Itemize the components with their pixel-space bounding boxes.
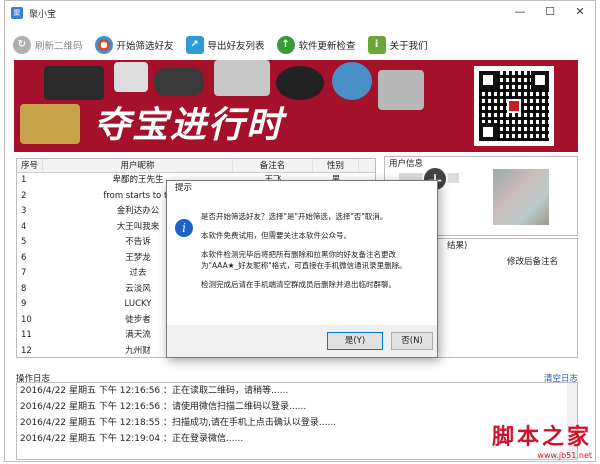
no-button[interactable]: 否(N): [391, 332, 433, 350]
window-controls: — ☐ ✕: [505, 1, 595, 25]
log-line: 2016/4/22 星期五 下午 12:16:56 ：正在读取二维码，请稍等..…: [20, 386, 289, 396]
dialog-title: 提示: [175, 183, 193, 193]
refresh-qr-label: 刷新二维码: [35, 41, 83, 52]
product-image: [378, 70, 424, 110]
about-us-label: 关于我们: [389, 41, 428, 52]
refresh-qr-icon: ↻: [13, 36, 31, 54]
close-button[interactable]: ✕: [565, 1, 595, 25]
start-filter-button[interactable]: 开始筛选好友: [91, 33, 178, 57]
dialog-footer: 是(Y) 否(N): [167, 325, 437, 357]
cell-index: 8: [21, 283, 27, 294]
title-bar: 聚 聚小宝 — ☐ ✕: [5, 1, 595, 25]
cell-index: 3: [21, 206, 27, 216]
about-us-button[interactable]: i 关于我们: [364, 33, 432, 57]
yes-button[interactable]: 是(Y): [327, 332, 383, 350]
update-check-button[interactable]: ↑ 软件更新检查: [273, 33, 360, 57]
col-header-nickname[interactable]: 用户昵称: [43, 159, 233, 172]
cell-index: 2: [21, 190, 27, 201]
confirm-dialog: 提示 i 是否开始筛选好友？选择"是"开始筛选，选择"否"取消。 本软件免费试用…: [166, 180, 438, 358]
product-image: [20, 104, 80, 144]
export-friends-button[interactable]: ↗ 导出好友列表: [182, 33, 269, 57]
info-icon: i: [367, 36, 386, 54]
dialog-paragraph: 是否开始筛选好友？选择"是"开始筛选，选择"否"取消。: [201, 212, 388, 221]
col-header-modified-remark[interactable]: 修改后备注名: [507, 255, 558, 267]
product-image: [332, 62, 372, 100]
table-header: 序号 用户昵称 备注名 性别: [17, 159, 375, 173]
user-info-label: 用户信息: [389, 159, 424, 169]
cell-index: 9: [21, 299, 27, 309]
cell-index: 4: [21, 221, 27, 232]
maximize-button[interactable]: ☐: [535, 1, 565, 25]
avatar: [493, 169, 549, 225]
window-title: 聚小宝: [29, 9, 57, 20]
start-filter-icon: [94, 36, 113, 54]
cell-index: 10: [21, 314, 32, 325]
watermark-url: www.jb51.net: [537, 451, 592, 460]
cell-index: 7: [21, 268, 27, 278]
banner-slogan: 夺宝进行时: [94, 104, 285, 146]
dialog-paragraph: 本软件免费试用，但需要关注本软件公众号。: [201, 231, 351, 240]
info-icon: i: [175, 219, 193, 237]
start-filter-label: 开始筛选好友: [116, 41, 174, 52]
col-header-gender[interactable]: 性别: [313, 159, 359, 172]
log-line: 2016/4/22 星期五 下午 12:16:56 ：请使用微信扫描二维码以登录…: [20, 402, 307, 412]
ad-banner[interactable]: 夺宝进行时: [14, 60, 578, 152]
update-arrow-icon: ↑: [276, 36, 295, 54]
minimize-button[interactable]: —: [505, 1, 535, 25]
result-label: 结果): [447, 241, 468, 251]
site-watermark: 脚本之家 www.jb51.net: [492, 419, 592, 460]
product-image: [114, 62, 148, 92]
update-check-label: 软件更新检查: [298, 41, 356, 52]
dialog-paragraph: 本软件检测完毕后将把所有删除和拉黑你的好友备注名更改为"AAA★_好友昵称"格式…: [201, 250, 407, 270]
product-image: [214, 60, 270, 96]
col-header-remark[interactable]: 备注名: [233, 159, 313, 172]
dialog-message: 是否开始筛选好友？选择"是"开始筛选，选择"否"取消。 本软件免费试用，但需要关…: [201, 211, 433, 298]
col-header-index[interactable]: 序号: [17, 159, 43, 172]
watermark-text: 脚本之家: [491, 424, 592, 450]
export-icon: ↗: [185, 36, 204, 54]
refresh-qr-button[interactable]: ↻ 刷新二维码: [9, 33, 87, 57]
export-friends-label: 导出好友列表: [207, 41, 265, 52]
product-image: [154, 68, 204, 96]
cell-index: 12: [21, 345, 32, 356]
product-image: [276, 66, 324, 100]
cell-index: 5: [21, 237, 27, 247]
qr-logo-icon: [507, 99, 521, 113]
cell-index: 11: [21, 330, 32, 340]
login-qr-code: [474, 66, 554, 146]
cell-index: 6: [21, 252, 27, 263]
toolbar: ↻ 刷新二维码 开始筛选好友 ↗ 导出好友列表 ↑ 软件更新检查 i 关于我们: [5, 31, 595, 59]
product-image: [44, 66, 104, 100]
cell-index: 1: [21, 175, 27, 185]
dialog-paragraph: 检测完成后请在手机端清空群成员后删除并退出临时群聊。: [201, 280, 396, 289]
app-logo-icon: 聚: [11, 7, 23, 19]
